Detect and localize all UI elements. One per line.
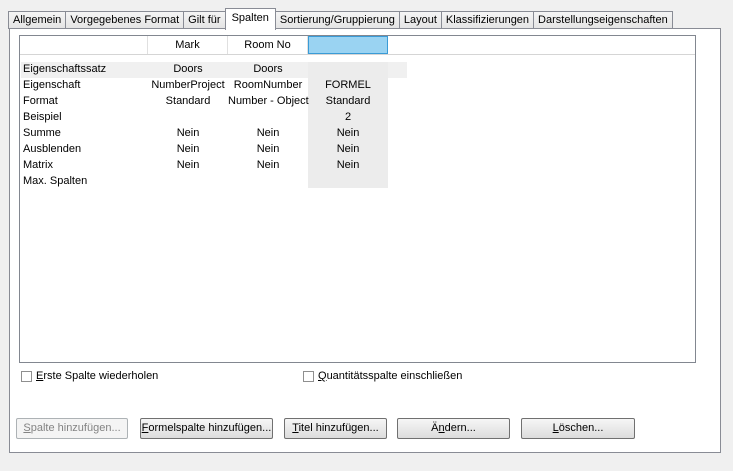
tab-allgemein[interactable]: Allgemein	[8, 11, 67, 29]
tab-spalten[interactable]: Spalten	[224, 8, 276, 30]
grid-cell[interactable]: NumberProject	[148, 79, 228, 91]
column-header-row: Mark Room No	[20, 36, 695, 55]
column-header-mark[interactable]: Mark	[148, 36, 228, 54]
tab-darstellungseigenschaften[interactable]: Darstellungseigenschaften	[533, 11, 673, 29]
columns-grid[interactable]: Mark Room No Eigenschaftssatz Doors Door…	[19, 35, 696, 363]
row-label: Format	[23, 95, 58, 107]
row-label: Max. Spalten	[23, 175, 88, 187]
row-label: Beispiel	[23, 111, 62, 123]
delete-button[interactable]: Löschen...	[521, 418, 635, 439]
grid-cell[interactable]: Number - Object	[228, 95, 309, 107]
column-header-blank	[20, 36, 148, 54]
grid-cell[interactable]: Doors	[148, 63, 228, 75]
grid-cell[interactable]: Nein	[228, 143, 308, 155]
grid-cell[interactable]: FORMEL	[308, 79, 388, 91]
add-column-button[interactable]: Spalte hinzufügen...	[16, 418, 128, 439]
include-quantity-column-checkbox[interactable]	[303, 370, 314, 382]
column-header-formula[interactable]	[308, 36, 388, 54]
row-label: Eigenschaft	[23, 79, 81, 91]
grid-cell[interactable]: Nein	[228, 159, 308, 171]
include-quantity-column-label: Quantitätsspalte einschließen	[318, 370, 463, 382]
row-label: Matrix	[23, 159, 53, 171]
grid-cell[interactable]: Nein	[228, 127, 308, 139]
grid-cell[interactable]: Nein	[148, 127, 228, 139]
tab-strip: Allgemein Vorgegebenes Format Gilt für S…	[8, 8, 673, 30]
add-formula-column-button[interactable]: Formelspalte hinzufügen...	[140, 418, 273, 439]
grid-cell[interactable]: Nein	[308, 143, 388, 155]
tab-klassifizierungen[interactable]: Klassifizierungen	[440, 11, 535, 29]
add-title-button[interactable]: Titel hinzufügen...	[284, 418, 387, 439]
tab-gilt-fuer[interactable]: Gilt für	[183, 11, 226, 29]
tab-vorgegebenes-format[interactable]: Vorgegebenes Format	[65, 11, 185, 29]
row-label: Eigenschaftssatz	[23, 63, 107, 75]
row-label: Summe	[23, 127, 61, 139]
grid-cell[interactable]: Nein	[308, 159, 388, 171]
tab-sortierung-gruppierung[interactable]: Sortierung/Gruppierung	[274, 11, 400, 29]
tab-layout[interactable]: Layout	[398, 11, 442, 29]
repeat-first-column-label: Erste Spalte wiederholen	[36, 370, 159, 382]
grid-cell[interactable]: Standard	[308, 95, 388, 107]
include-quantity-column-option[interactable]: Quantitätsspalte einschließen	[303, 370, 462, 382]
repeat-first-column-checkbox[interactable]	[21, 370, 32, 382]
grid-cell[interactable]: RoomNumber	[228, 79, 308, 91]
modify-button[interactable]: Ändern...	[397, 418, 510, 439]
grid-cell[interactable]: Doors	[228, 63, 308, 75]
grid-cell[interactable]: Standard	[148, 95, 228, 107]
row-label: Ausblenden	[23, 143, 82, 155]
grid-cell[interactable]: Nein	[148, 159, 228, 171]
grid-cell[interactable]: 2	[308, 111, 388, 123]
grid-cell[interactable]: Nein	[148, 143, 228, 155]
repeat-first-column-option[interactable]: Erste Spalte wiederholen	[21, 370, 158, 382]
column-header-room-no[interactable]: Room No	[228, 36, 308, 54]
grid-cell[interactable]: Nein	[308, 127, 388, 139]
